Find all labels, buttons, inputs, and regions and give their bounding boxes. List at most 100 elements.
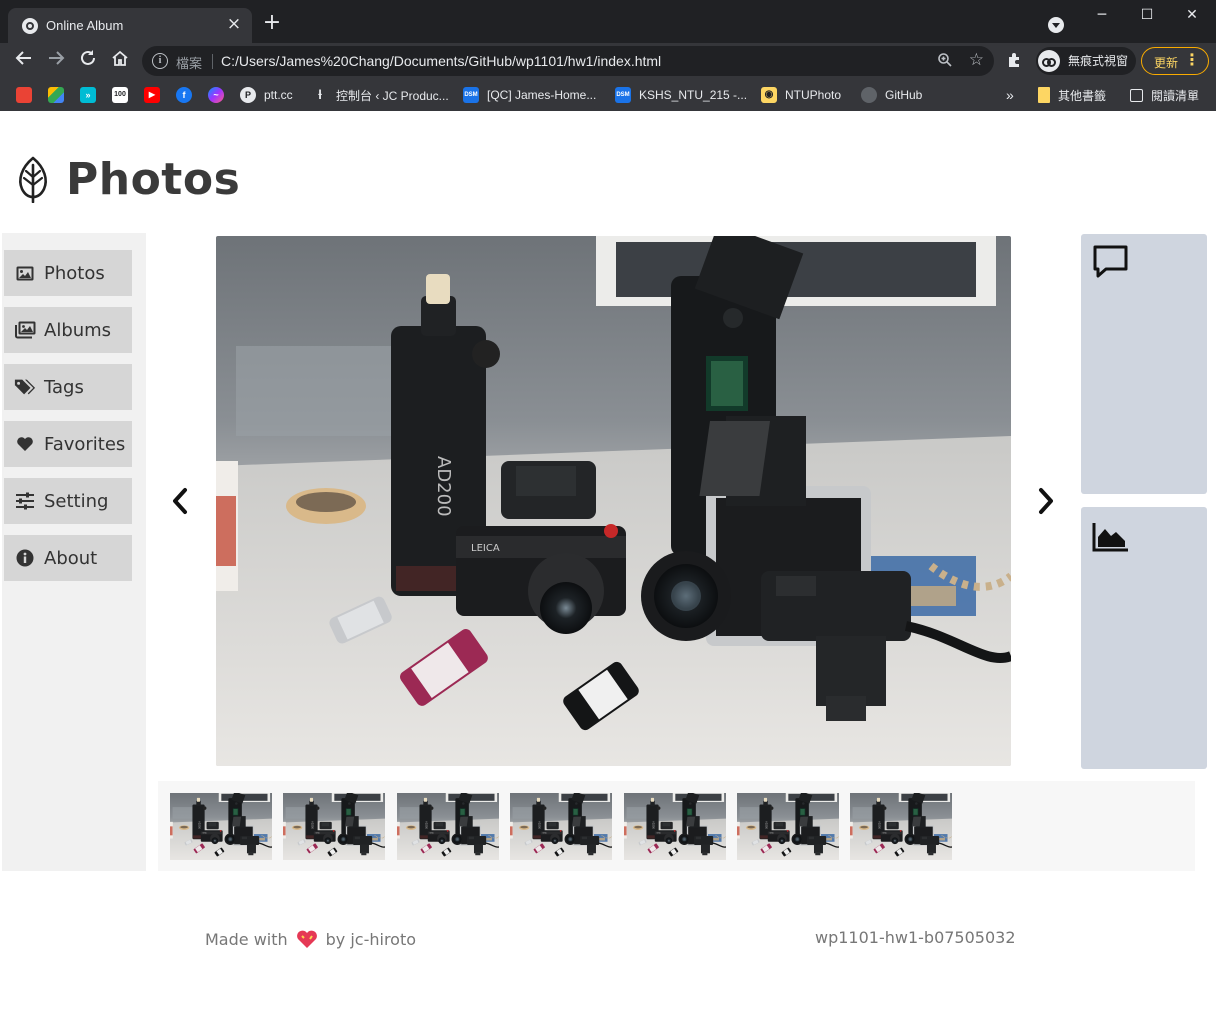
drive-icon [48, 87, 64, 103]
calendar-icon: 100 [112, 87, 128, 103]
comments-panel[interactable] [1081, 234, 1207, 494]
sliders-icon [14, 491, 36, 511]
prev-photo-button[interactable] [165, 481, 195, 521]
browser-chrome: Online Album × + ─ ☐ ✕ i 檔案 C:/Users/Jam… [0, 0, 1216, 111]
site-header: Photos [14, 151, 240, 207]
menu-dots-icon[interactable]: ⋮ [1184, 50, 1200, 69]
reload-button[interactable] [76, 49, 100, 73]
bookmarks-bar: » 100 ▶ f ~ Pptt.cc ƚ 控制台 ‹ JC Produc... … [0, 79, 1216, 111]
sidebar-item-favorites[interactable]: Favorites [4, 421, 132, 467]
tags-icon [14, 377, 36, 397]
tab-online-album[interactable]: Online Album × [8, 8, 252, 43]
scheme-label: 檔案 [176, 57, 203, 72]
thumbnail-6[interactable]: AD200 LEICA [737, 793, 839, 860]
bookmark-apps[interactable] [16, 85, 32, 105]
sidebar-item-photos[interactable]: Photos [4, 250, 132, 296]
facebook-icon: f [176, 87, 192, 103]
bookmark-calendar[interactable]: 100 [112, 85, 128, 105]
bookmark-label: GitHub [885, 88, 923, 102]
incognito-indicator[interactable]: 無痕式視窗 [1036, 47, 1137, 75]
thumbnail-image: AD200 LEICA [396, 793, 499, 860]
bookmark-ptt[interactable]: Pptt.cc [240, 85, 293, 105]
bookmark-forward[interactable]: » [80, 85, 96, 105]
back-button[interactable] [12, 49, 36, 73]
sidebar-item-label: Tags [44, 376, 84, 398]
bookmark-qc-james[interactable]: DSM [QC] James-Home... [463, 85, 596, 105]
sidebar-item-label: Favorites [44, 433, 126, 455]
sidebar-item-setting[interactable]: Setting [4, 478, 132, 524]
svg-text:AD200: AD200 [311, 821, 314, 829]
thumbnail-image: AD200 LEICA [850, 793, 953, 860]
bookmark-facebook[interactable]: f [176, 85, 192, 105]
site-info-icon[interactable]: i [152, 53, 168, 69]
thumbnail-7[interactable]: AD200 LEICA [850, 793, 953, 860]
tab-close-icon[interactable]: × [224, 14, 244, 34]
reload-icon [81, 50, 95, 65]
home-icon [112, 50, 128, 66]
bookmark-ntuphoto[interactable]: ◉ NTUPhoto [761, 85, 841, 105]
sidebar-item-label: Photos [44, 262, 105, 284]
stats-panel[interactable] [1081, 507, 1207, 769]
p-icon: P [240, 87, 256, 103]
forward-button[interactable] [44, 49, 68, 73]
footer-made-with: Made with [205, 929, 288, 949]
reading-list-icon [1130, 88, 1143, 102]
bookmark-star-icon[interactable]: ☆ [969, 50, 984, 70]
svg-text:AD200: AD200 [764, 821, 767, 829]
extensions-icon[interactable] [1005, 51, 1025, 71]
folder-icon [1038, 87, 1050, 103]
thumbnail-1[interactable]: AD200 LEICA [170, 793, 272, 860]
page-title: Photos [66, 153, 241, 205]
github-icon [861, 87, 877, 103]
sparkling-heart-icon [296, 930, 317, 948]
close-window-button[interactable]: ✕ [1172, 4, 1212, 26]
leaf-icon [19, 156, 47, 203]
photo-viewer[interactable]: AD200 LEICA [216, 236, 1011, 766]
reading-list-button[interactable]: 閱讀清單 [1130, 85, 1199, 105]
tab-search-icon[interactable] [1048, 17, 1064, 33]
camera-photo: AD200 LEICA [216, 236, 1011, 766]
thumbnail-3[interactable]: AD200 LEICA [396, 793, 499, 860]
sidebar-item-tags[interactable]: Tags [4, 364, 132, 410]
sidebar-item-label: About [44, 547, 98, 569]
thumbnail-strip: AD200 LEICA AD200 LEICA AD200 LEICA AD20… [158, 781, 1195, 871]
thumbnail-4[interactable]: AD200 LEICA [510, 793, 613, 860]
sidebar-item-about[interactable]: About [4, 535, 132, 581]
address-bar[interactable]: i 檔案 C:/Users/James%20Chang/Documents/Gi… [142, 46, 994, 76]
bookmark-messenger[interactable]: ~ [208, 85, 224, 105]
arrow-left-icon [15, 51, 31, 65]
comment-icon [1093, 245, 1128, 278]
messenger-icon: ~ [208, 87, 224, 103]
maximize-button[interactable]: ☐ [1127, 4, 1167, 26]
update-button[interactable]: 更新 ⋮ [1141, 47, 1209, 75]
arrow-right-icon [49, 51, 65, 65]
bookmark-youtube[interactable]: ▶ [144, 85, 160, 105]
bookmarks-overflow-button[interactable]: » [1006, 85, 1014, 105]
bookmark-kshs[interactable]: DSM KSHS_NTU_215 -... [615, 85, 747, 105]
bookmark-drive[interactable] [48, 85, 64, 105]
browser-toolbar: i 檔案 C:/Users/James%20Chang/Documents/Gi… [0, 43, 1216, 79]
page: Photos Photos Albums Tags Favorites Sett… [0, 111, 1216, 1035]
minimize-button[interactable]: ─ [1082, 4, 1122, 26]
jc-icon: ƚ [318, 87, 322, 102]
thumbnail-5[interactable]: AD200 LEICA [623, 793, 726, 860]
bookmark-github[interactable]: GitHub [861, 85, 922, 105]
thumbnail-image: AD200 LEICA [170, 793, 272, 860]
next-photo-button[interactable] [1031, 481, 1061, 521]
home-button[interactable] [108, 49, 132, 73]
zoom-icon[interactable] [936, 52, 954, 70]
bookmark-label: [QC] James-Home... [487, 88, 597, 102]
forward-icon: » [80, 87, 96, 103]
svg-text:LEICA: LEICA [471, 543, 500, 554]
bookmark-jc-console[interactable]: ƚ 控制台 ‹ JC Produc... [312, 85, 449, 105]
thumbnail-2[interactable]: AD200 LEICA [283, 793, 386, 860]
sidebar: Photos Albums Tags Favorites Setting Abo… [2, 233, 146, 871]
new-tab-button[interactable]: + [262, 12, 282, 34]
other-bookmarks-folder[interactable]: 其他書籤 [1038, 85, 1106, 105]
thumbnail-image: AD200 LEICA [510, 793, 613, 860]
sidebar-item-albums[interactable]: Albums [4, 307, 132, 353]
footer-author: by jc-hiroto [325, 929, 417, 949]
footer-credit: Made with by jc-hiroto [205, 929, 416, 949]
footer-id: wp1101-hw1-b07505032 [815, 928, 1016, 947]
url-text[interactable]: C:/Users/James%20Chang/Documents/GitHub/… [221, 53, 661, 69]
